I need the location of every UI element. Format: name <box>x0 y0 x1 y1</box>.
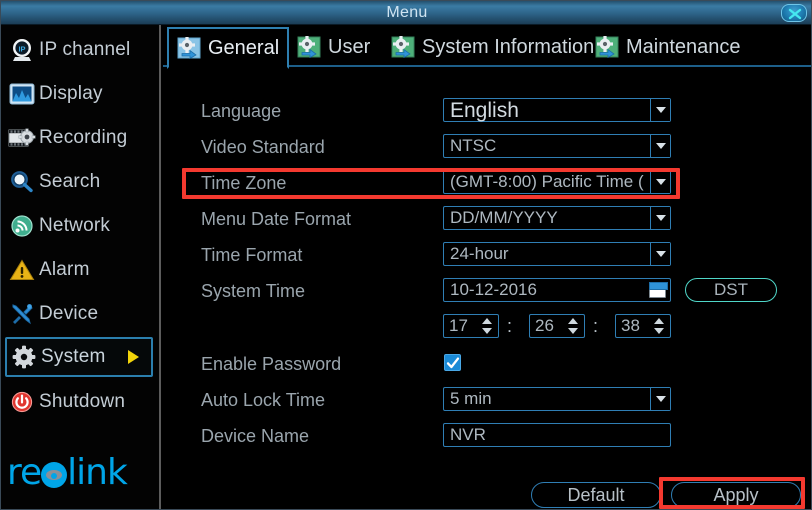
sidebar-item-label: IP channel <box>39 39 131 60</box>
language-select[interactable]: English <box>443 98 671 122</box>
seconds-stepper[interactable]: 38 <box>615 314 671 338</box>
power-icon <box>5 387 39 417</box>
sidebar-item-label: Alarm <box>39 259 90 280</box>
auto-lock-time-select[interactable]: 5 min <box>443 387 671 411</box>
tab-system-information[interactable]: System Information <box>383 27 602 67</box>
tab-maintenance[interactable]: Maintenance <box>587 27 749 67</box>
tools-icon <box>5 299 39 329</box>
system-time-date-input[interactable]: 10-12-2016 <box>443 278 671 302</box>
clock-separator-1: : <box>507 316 513 336</box>
tab-label: Maintenance <box>626 35 741 58</box>
chevron-down-icon[interactable] <box>650 99 670 121</box>
stepper-arrows-icon[interactable] <box>482 317 493 335</box>
sidebar-item-label: Shutdown <box>39 391 126 412</box>
chevron-down-icon[interactable] <box>650 171 670 193</box>
time-format-label: Time Format <box>201 245 303 265</box>
magnifier-icon <box>5 167 39 197</box>
auto-lock-time-value: 5 min <box>450 389 492 408</box>
time-zone-value: (GMT-8:00) Pacific Time ( <box>450 172 644 191</box>
menu-date-format-value: DD/MM/YYYY <box>450 208 558 227</box>
apply-button[interactable]: Apply <box>671 482 801 508</box>
sidebar-item-label: Display <box>39 83 103 104</box>
language-value: English <box>450 99 519 122</box>
check-icon <box>446 357 460 369</box>
general-settings-form: Language English Video Standard NTSC Tim… <box>163 71 811 509</box>
dst-button[interactable]: DST <box>685 278 777 302</box>
gear-arrow-icon <box>391 36 415 59</box>
tab-label: System Information <box>422 35 595 58</box>
sidebar-item-label: System <box>41 346 106 367</box>
default-button[interactable]: Default <box>531 482 661 508</box>
minutes-value: 26 <box>535 316 554 335</box>
sidebar: IP IP channel Display Recording Search N… <box>1 25 161 509</box>
device-name-value: NVR <box>450 425 486 444</box>
video-standard-label: Video Standard <box>201 137 325 157</box>
sidebar-item-label: Network <box>39 215 111 236</box>
video-standard-select[interactable]: NTSC <box>443 134 671 158</box>
time-format-select[interactable]: 24-hour <box>443 242 671 266</box>
system-time-date-value: 10-12-2016 <box>450 280 537 299</box>
menu-date-format-select[interactable]: DD/MM/YYYY <box>443 206 671 230</box>
reolink-eye-icon <box>41 462 68 488</box>
chevron-down-icon[interactable] <box>650 388 670 410</box>
hours-stepper[interactable]: 17 <box>443 314 499 338</box>
stepper-arrows-icon[interactable] <box>568 317 579 335</box>
sidebar-item-shutdown[interactable]: Shutdown <box>5 383 153 421</box>
device-name-input[interactable]: NVR <box>443 423 671 447</box>
menu-date-format-label: Menu Date Format <box>201 209 352 229</box>
time-zone-select[interactable]: (GMT-8:00) Pacific Time ( <box>443 170 671 194</box>
window-title: Menu <box>386 4 428 21</box>
stepper-arrows-icon[interactable] <box>654 317 665 335</box>
auto-lock-time-label: Auto Lock Time <box>201 390 326 410</box>
chevron-right-icon <box>128 350 139 364</box>
recording-icon <box>5 123 39 153</box>
sidebar-item-network[interactable]: Network <box>5 207 153 245</box>
display-icon <box>5 79 39 109</box>
clock-separator-2: : <box>593 316 599 336</box>
svg-text:IP: IP <box>18 45 25 54</box>
seconds-value: 38 <box>621 316 640 335</box>
tab-bar: General User System Information Maintena… <box>163 27 811 69</box>
enable-password-checkbox[interactable] <box>444 354 461 371</box>
sidebar-item-label: Search <box>39 171 101 192</box>
sidebar-item-search[interactable]: Search <box>5 163 153 201</box>
warning-triangle-icon <box>5 255 39 285</box>
sidebar-item-display[interactable]: Display <box>5 75 153 113</box>
language-label: Language <box>201 101 282 121</box>
video-standard-value: NTSC <box>450 136 497 155</box>
calendar-icon[interactable] <box>649 282 668 298</box>
sidebar-item-alarm[interactable]: Alarm <box>5 251 153 289</box>
chevron-down-icon[interactable] <box>650 207 670 229</box>
gear-arrow-icon <box>297 36 321 59</box>
tab-label: User <box>328 35 371 58</box>
close-x-icon <box>788 8 802 20</box>
hours-value: 17 <box>449 316 468 335</box>
system-time-label: System Time <box>201 281 306 301</box>
gear-arrow-icon <box>595 36 619 59</box>
tab-label: General <box>208 36 280 59</box>
sidebar-item-ip-channel[interactable]: IP IP channel <box>5 31 153 69</box>
ip-camera-icon: IP <box>5 35 39 65</box>
tab-general[interactable]: General <box>167 27 290 69</box>
menu-window: Menu IP IP channel Display Recording Sea… <box>0 0 812 510</box>
tab-user[interactable]: User <box>289 27 378 67</box>
sidebar-item-recording[interactable]: Recording <box>5 119 153 157</box>
sidebar-item-device[interactable]: Device <box>5 295 153 333</box>
sidebar-item-label: Device <box>39 303 99 324</box>
time-format-value: 24-hour <box>450 244 509 263</box>
enable-password-label: Enable Password <box>201 354 342 374</box>
chevron-down-icon[interactable] <box>650 243 670 265</box>
gear-icon <box>7 342 41 372</box>
gear-arrow-icon <box>177 37 201 60</box>
close-button[interactable] <box>781 4 807 22</box>
time-zone-label: Time Zone <box>201 173 287 193</box>
wifi-icon <box>5 211 39 241</box>
reolink-logo: re link <box>7 452 128 493</box>
sidebar-item-system[interactable]: System <box>5 337 153 377</box>
title-bar: Menu <box>1 1 811 25</box>
chevron-down-icon[interactable] <box>650 135 670 157</box>
minutes-stepper[interactable]: 26 <box>529 314 585 338</box>
sidebar-item-label: Recording <box>39 127 128 148</box>
device-name-label: Device Name <box>201 426 310 446</box>
